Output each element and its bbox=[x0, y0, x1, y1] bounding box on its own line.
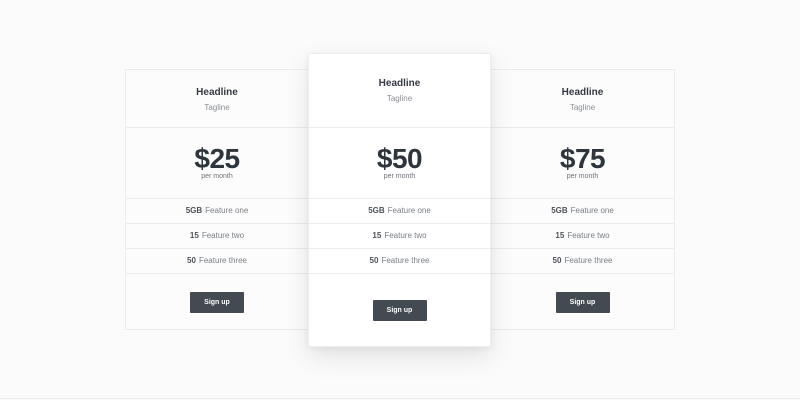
plan-period: per month bbox=[201, 173, 233, 180]
feature-label: Feature three bbox=[381, 256, 430, 265]
plan-price: $25 bbox=[194, 143, 240, 174]
feature-label: Feature two bbox=[567, 231, 610, 240]
feature-value: 5GB bbox=[185, 206, 203, 215]
feature-row: 15 Feature two bbox=[491, 224, 674, 249]
plan-price: $50 bbox=[376, 143, 423, 174]
pricing-card-featured: Headline Tagline $50 per month 5GB Featur… bbox=[308, 53, 491, 347]
plan-headline: Headline bbox=[196, 87, 238, 98]
feature-row: 5GB Feature one bbox=[126, 199, 308, 224]
sign-up-button[interactable]: Sign up bbox=[372, 300, 427, 321]
plan-price: $75 bbox=[559, 143, 606, 174]
plan-tagline: Tagline bbox=[204, 103, 230, 112]
plan-price-section: $25 per month bbox=[126, 128, 308, 199]
pricing-card-premium: Headline Tagline $75 per month 5GB Featur… bbox=[490, 69, 675, 330]
plan-header: Headline Tagline bbox=[491, 70, 674, 128]
feature-label: Feature one bbox=[387, 206, 431, 215]
feature-value: 50 bbox=[369, 256, 379, 265]
feature-label: Feature one bbox=[205, 206, 249, 215]
plan-price-section: $75 per month bbox=[491, 128, 674, 199]
feature-row: 50 Feature three bbox=[126, 249, 308, 274]
plan-period: per month bbox=[383, 173, 416, 180]
plan-header: Headline Tagline bbox=[126, 70, 308, 128]
sign-up-button[interactable]: Sign up bbox=[190, 292, 244, 313]
feature-label: Feature two bbox=[201, 231, 245, 240]
feature-row: 5GB Feature one bbox=[491, 199, 674, 224]
feature-row: 50 Feature three bbox=[309, 249, 490, 274]
plan-cta: Sign up bbox=[491, 274, 674, 313]
feature-row: 15 Feature two bbox=[126, 224, 308, 249]
feature-row: 15 Feature two bbox=[309, 224, 490, 249]
plan-cta: Sign up bbox=[309, 274, 490, 321]
feature-value: 15 bbox=[555, 231, 565, 240]
feature-value: 5GB bbox=[368, 206, 385, 215]
plan-price-section: $50 per month bbox=[309, 128, 490, 199]
feature-value: 50 bbox=[552, 256, 562, 265]
feature-label: Feature one bbox=[570, 206, 614, 215]
feature-label: Feature three bbox=[198, 256, 247, 265]
plan-headline: Headline bbox=[378, 78, 421, 89]
feature-value: 15 bbox=[372, 231, 382, 240]
plan-tagline: Tagline bbox=[386, 94, 413, 103]
feature-value: 50 bbox=[187, 256, 196, 265]
feature-value: 5GB bbox=[551, 206, 568, 215]
plan-header: Headline Tagline bbox=[309, 54, 490, 128]
feature-label: Feature two bbox=[384, 231, 427, 240]
plan-period: per month bbox=[566, 173, 599, 180]
feature-row: 5GB Feature one bbox=[309, 199, 490, 224]
page-divider bbox=[0, 398, 800, 399]
plan-cta: Sign up bbox=[126, 274, 308, 313]
feature-value: 15 bbox=[189, 231, 199, 240]
sign-up-button[interactable]: Sign up bbox=[555, 292, 610, 313]
plan-tagline: Tagline bbox=[569, 103, 596, 112]
feature-row: 50 Feature three bbox=[491, 249, 674, 274]
plan-headline: Headline bbox=[561, 87, 604, 98]
feature-label: Feature three bbox=[564, 256, 613, 265]
pricing-card-basic: Headline Tagline $25 per month 5GB Featur… bbox=[125, 69, 309, 330]
